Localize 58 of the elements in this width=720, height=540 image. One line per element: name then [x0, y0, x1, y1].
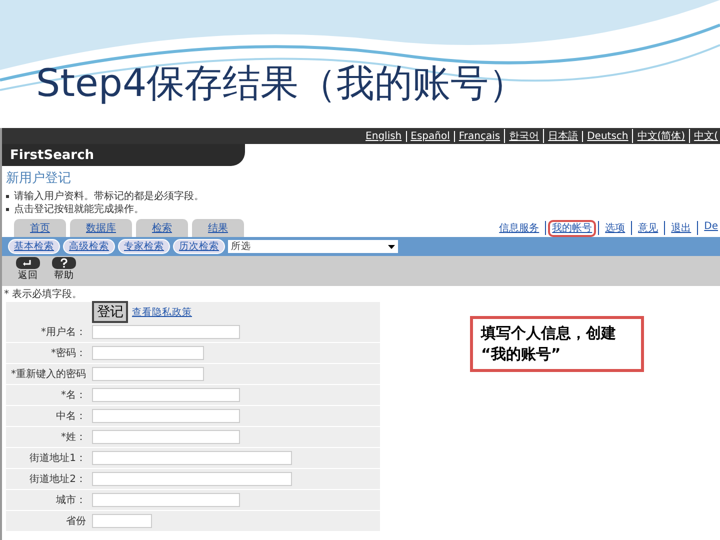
language-link[interactable]: English	[366, 130, 402, 142]
input-field[interactable]	[92, 367, 204, 381]
input-field[interactable]	[92, 472, 292, 486]
database-dropdown[interactable]: 所选	[228, 240, 398, 253]
search-mode-button[interactable]: 基本检索	[8, 239, 60, 254]
field-label: 街道地址1：	[28, 452, 87, 465]
input-field[interactable]	[92, 325, 240, 339]
language-link[interactable]: 中文(简体)	[632, 129, 686, 143]
field-label: *用户名：	[40, 326, 87, 339]
search-mode-button[interactable]: 历次检索	[173, 239, 225, 254]
nav-tab[interactable]: 首页	[14, 219, 66, 237]
input-field[interactable]	[92, 346, 204, 360]
field-label: 省份	[65, 514, 87, 528]
language-link[interactable]: Deutsch	[582, 130, 628, 142]
header-link[interactable]: De	[702, 220, 720, 233]
search-mode-button[interactable]: 高级检索	[63, 239, 115, 254]
language-link[interactable]: 한국어	[504, 129, 540, 143]
header-link[interactable]: 我的帐号	[550, 222, 594, 235]
language-link[interactable]: Español	[406, 130, 450, 142]
input-field[interactable]	[92, 409, 240, 423]
toolbar-button[interactable]: 返回	[16, 256, 40, 286]
field-label: *名：	[60, 389, 87, 402]
callout-note: 填写个人信息，创建 “我的账号”	[470, 316, 644, 372]
header-link[interactable]: 信息服务	[497, 222, 542, 235]
toolbar-button[interactable]: 帮助	[52, 256, 76, 286]
privacy-link[interactable]: 查看隐私政策	[132, 306, 192, 318]
dropdown-caret-icon	[388, 244, 395, 248]
header-link[interactable]: 意见	[636, 222, 660, 235]
nav-tab[interactable]: 数据库	[70, 219, 132, 237]
field-label: 中名：	[55, 410, 87, 423]
instruction-text: 请输入用户资料。带标记的都是必须字段。	[14, 190, 204, 203]
firstsearch-logo: FirstSearch	[2, 144, 245, 166]
slide-title: Step4保存结果（我的账号）	[36, 60, 527, 107]
instruction-text: 点击登记按钮就能完成操作。	[14, 203, 144, 216]
language-link[interactable]: 中文(	[689, 129, 718, 143]
page-heading: 新用户登记	[6, 170, 72, 187]
input-field[interactable]	[92, 430, 240, 444]
nav-tab[interactable]: 结果	[192, 219, 244, 237]
field-label: 城市：	[55, 494, 87, 507]
required-note: * 表示必填字段。	[4, 288, 84, 301]
input-field[interactable]	[92, 493, 240, 507]
language-link[interactable]: Français	[454, 130, 500, 142]
input-field[interactable]	[92, 388, 240, 402]
input-field[interactable]	[92, 514, 152, 528]
nav-tab[interactable]: 检索	[136, 219, 188, 237]
bullet-icon	[6, 208, 9, 211]
field-label: *姓：	[60, 431, 87, 444]
header-link[interactable]: 选项	[603, 222, 628, 235]
help-icon	[52, 257, 76, 269]
header-link[interactable]: 退出	[669, 222, 694, 235]
field-label: 街道地址2：	[28, 472, 87, 486]
language-link[interactable]: 日本語	[543, 129, 578, 143]
input-field[interactable]	[92, 451, 292, 465]
bullet-icon	[6, 195, 9, 198]
search-mode-button[interactable]: 专家检索	[118, 239, 170, 254]
field-label: *重新键入的密码	[10, 368, 87, 381]
field-label: *密码：	[50, 346, 87, 360]
register-button[interactable]: 登记	[92, 301, 128, 323]
